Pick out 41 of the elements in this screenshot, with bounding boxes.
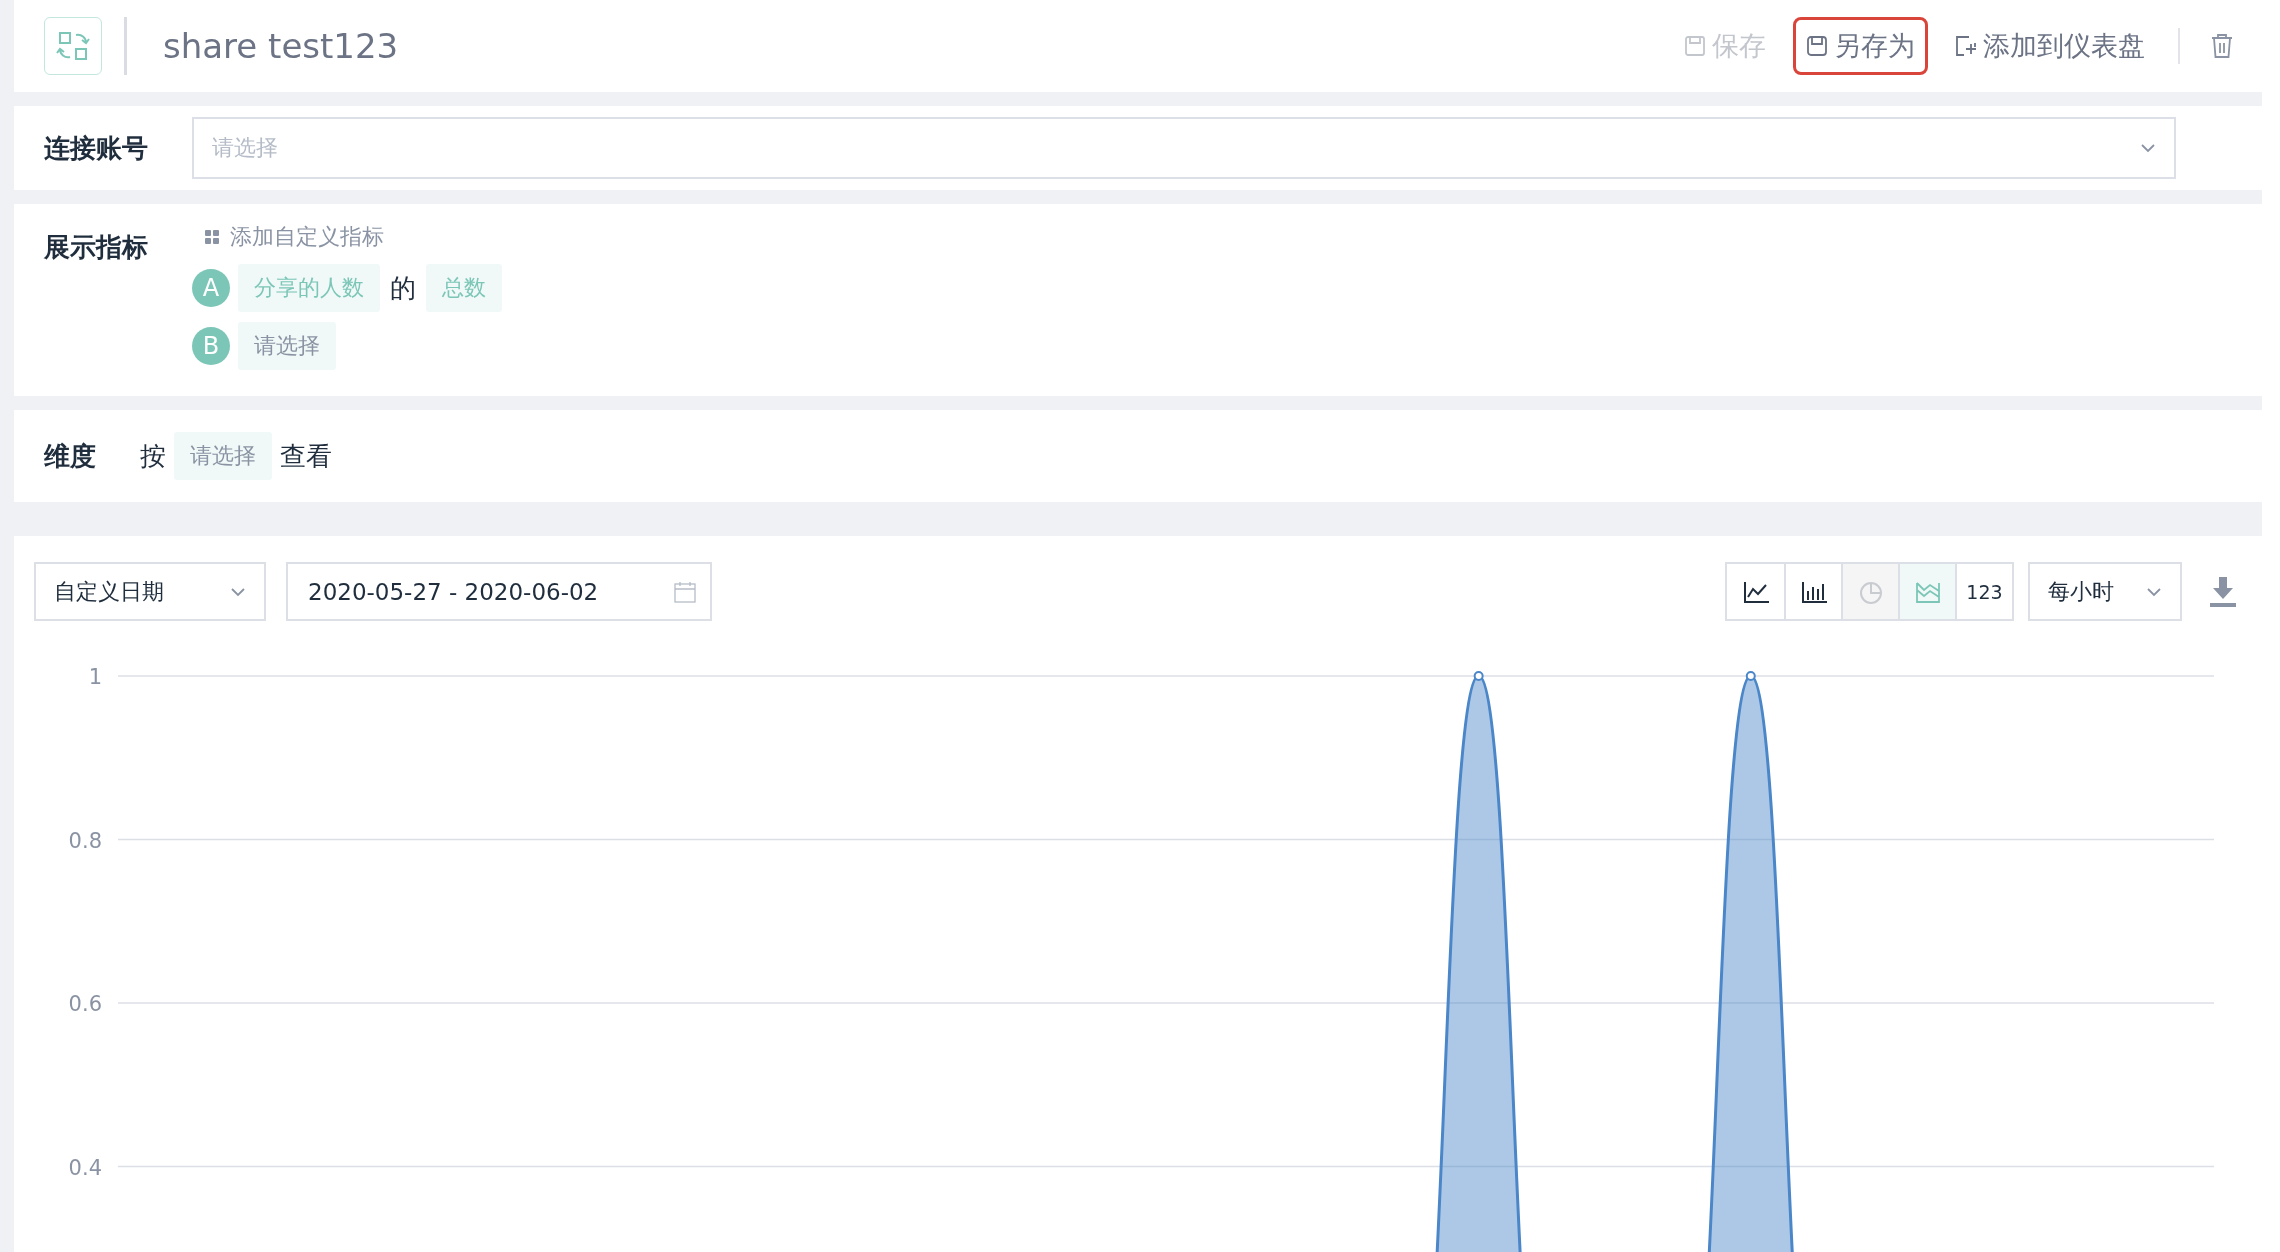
interval-select[interactable]: 每小时 [2028,562,2182,621]
axis-label: 0.4 [68,1155,102,1180]
point-marker [1473,671,1484,681]
metric-chip[interactable]: 请选择 [238,322,336,370]
floppy-icon [1806,35,1828,57]
calendar-icon [674,580,696,603]
field-label: 展示指标 [44,231,149,264]
metric-chip[interactable]: 总数 [426,264,502,312]
date-mode-select[interactable]: 自定义日期 [34,562,266,621]
download-icon [2210,576,2236,607]
add-metric-link[interactable]: 添加自定义指标 [192,222,502,252]
header-button[interactable]: 添加到仪表盘 [1942,17,2158,75]
field-label: 维度 [44,439,97,473]
dimension-chip[interactable]: 请选择 [174,432,272,480]
line-chart-icon [1742,579,1769,604]
chevron-icon [230,586,246,597]
field-label: 连接账号 [44,131,149,165]
grid-icon [204,229,220,245]
plus-icon [1955,35,1977,57]
header-button[interactable]: 另存为 [1793,17,1928,75]
letter-badge: A [192,269,230,307]
prefix-text: 按 [139,439,167,473]
suffix-text: 查看 [279,439,333,473]
bar-chart-icon [1800,579,1827,604]
chevron-icon [2140,143,2156,153]
area-chart-icon [1914,579,1941,604]
metric-chip[interactable]: 分享的人数 [238,264,380,312]
axis-label: 1 [88,665,102,689]
floppy-icon [1684,35,1706,57]
date-range-field[interactable]: 2020-05-27 - 2020-06-02 [286,562,712,621]
connector-text: 的 [389,271,417,305]
pie-chart-icon [1857,579,1884,604]
chevron-icon [2146,586,2162,597]
account-select[interactable]: 请选择 [192,117,2176,179]
trash-icon [2210,33,2234,59]
letter-badge: B [192,327,230,365]
point-marker [1745,671,1756,681]
axis-label: 0.6 [68,992,102,1016]
logo-icon [44,17,102,75]
report-title: share test123 [163,26,399,66]
axis-label: 0.8 [68,828,102,853]
